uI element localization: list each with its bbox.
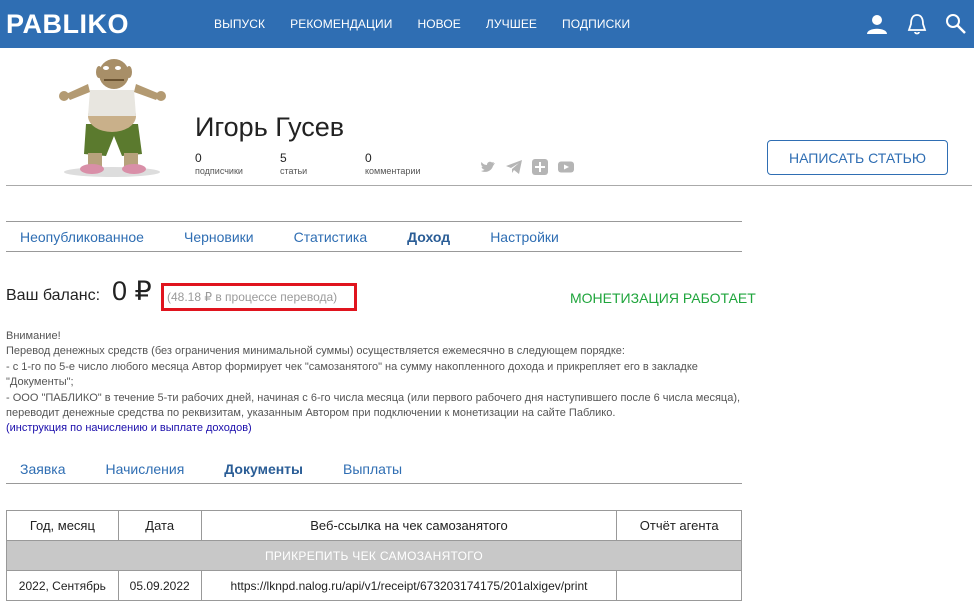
tab-statistics[interactable]: Статистика [294, 229, 368, 245]
youtube-icon[interactable] [557, 158, 575, 176]
stat-label: подписчики [195, 166, 243, 176]
notice-text: - с 1-го по 5-е число любого месяца Авто… [6, 360, 698, 389]
notice-text: - ООО "ПАБЛИКО" в течение 5-ти рабочих д… [6, 391, 741, 420]
telegram-icon[interactable] [505, 158, 523, 176]
stat-articles[interactable]: 5 статьи [280, 151, 307, 176]
tab-income[interactable]: Доход [407, 229, 450, 245]
stat-comments[interactable]: 0 комментарии [365, 151, 420, 176]
search-icon[interactable] [944, 12, 968, 36]
user-icon[interactable] [865, 12, 889, 36]
main-nav: ВЫПУСК РЕКОМЕНДАЦИИ НОВОЕ ЛУЧШЕЕ ПОДПИСК… [214, 0, 655, 48]
notice-text: Перевод денежных средств (без ограничени… [6, 345, 625, 358]
monetization-status: МОНЕТИЗАЦИЯ РАБОТАЕТ [570, 290, 756, 306]
balance-value: 0 ₽ [112, 276, 152, 306]
pending-transfer: (48.18 ₽ в процессе перевода) [167, 290, 338, 304]
nav-new[interactable]: НОВОЕ [417, 17, 460, 31]
tab-payments[interactable]: Выплаты [343, 461, 402, 477]
stat-value: 0 [195, 151, 202, 165]
nav-subscriptions[interactable]: ПОДПИСКИ [562, 17, 630, 31]
divider [6, 251, 742, 252]
tab-drafts[interactable]: Черновики [184, 229, 254, 245]
payout-notice: Внимание! Перевод денежных средств (без … [6, 329, 746, 437]
tab-settings[interactable]: Настройки [490, 229, 559, 245]
notice-title: Внимание! [6, 330, 61, 342]
profile-tabs: Неопубликованное Черновики Статистика До… [20, 229, 599, 245]
col-period: Год, месяц [6, 510, 119, 541]
table-row: 2022, Сентябрь 05.09.2022 https://lknpd.… [6, 570, 742, 601]
divider [6, 221, 742, 222]
documents-table: Год, месяц Дата Веб-ссылка на чек самоза… [6, 510, 742, 601]
divider [6, 185, 972, 186]
col-link: Веб-ссылка на чек самозанятого [200, 510, 618, 541]
attach-row: ПРИКРЕПИТЬ ЧЕК САМОЗАНЯТОГО [6, 540, 742, 571]
nav-release[interactable]: ВЫПУСК [214, 17, 265, 31]
stat-label: статьи [280, 166, 308, 176]
twitter-icon[interactable] [479, 158, 497, 176]
col-report: Отчёт агента [616, 510, 742, 541]
tab-documents[interactable]: Документы [224, 461, 303, 477]
tab-accruals[interactable]: Начисления [105, 461, 184, 477]
attach-receipt-button[interactable]: ПРИКРЕПИТЬ ЧЕК САМОЗАНЯТОГО [6, 540, 742, 571]
col-date: Дата [117, 510, 202, 541]
stat-label: комментарии [365, 166, 421, 176]
nav-recommendations[interactable]: РЕКОМЕНДАЦИИ [290, 17, 392, 31]
nav-best[interactable]: ЛУЧШЕЕ [486, 17, 537, 31]
avatar [59, 59, 166, 177]
income-tabs: Заявка Начисления Документы Выплаты [20, 461, 442, 477]
write-article-button[interactable]: НАПИСАТЬ СТАТЬЮ [767, 140, 948, 175]
cell-period: 2022, Сентябрь [6, 570, 119, 601]
bell-icon[interactable] [905, 12, 929, 36]
tab-application[interactable]: Заявка [20, 461, 65, 477]
top-navbar: PABLIKO ВЫПУСК РЕКОМЕНДАЦИИ НОВОЕ ЛУЧШЕЕ… [0, 0, 974, 48]
cell-date: 05.09.2022 [117, 570, 202, 601]
logo[interactable]: PABLIKO [6, 9, 129, 40]
cell-report [616, 570, 742, 601]
instruction-link[interactable]: (инструкция по начислению и выплате дохо… [6, 422, 252, 434]
balance-label: Ваш баланс: [6, 287, 101, 304]
stat-value: 5 [280, 151, 287, 165]
cell-link[interactable]: https://lknpd.nalog.ru/api/v1/receipt/67… [200, 570, 618, 601]
stat-subscribers[interactable]: 0 подписчики [195, 151, 243, 176]
plus-square-icon[interactable] [531, 158, 549, 176]
profile-name: Игорь Гусев [195, 112, 345, 142]
divider [6, 483, 742, 484]
table-header: Год, месяц Дата Веб-ссылка на чек самоза… [6, 510, 742, 541]
tab-unpublished[interactable]: Неопубликованное [20, 229, 144, 245]
stat-value: 0 [365, 151, 372, 165]
